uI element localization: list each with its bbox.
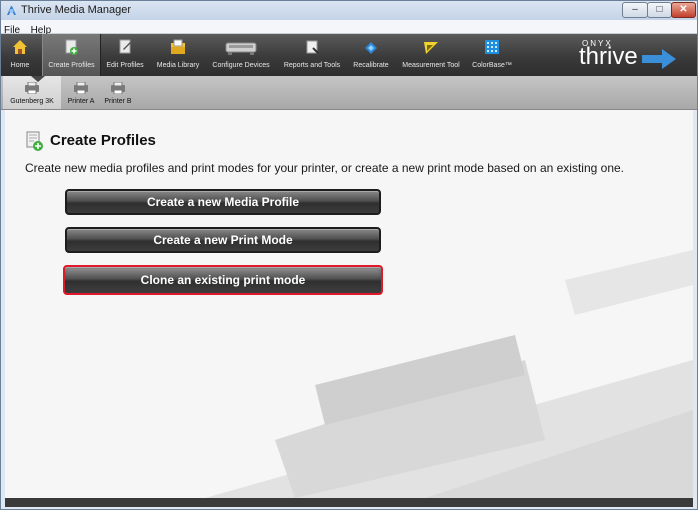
toolbar-home[interactable]: Home [5, 34, 35, 76]
toolbar-recalibrate[interactable]: Recalibrate [350, 34, 392, 76]
onyx-thrive-logo: ONYX thrive [567, 39, 687, 73]
toolbar-measurement-tool-label: Measurement Tool [402, 62, 460, 69]
reports-tools-icon [306, 40, 319, 54]
printer-icon [74, 82, 88, 94]
toolbar-create-profiles[interactable]: Create Profiles [42, 34, 101, 76]
colorbase-icon [485, 40, 499, 54]
page-title: Create Profiles [50, 132, 156, 149]
toolbar-create-profiles-label: Create Profiles [48, 62, 95, 69]
maximize-button[interactable]: □ [647, 2, 672, 18]
toolbar-home-label: Home [10, 62, 30, 69]
measurement-tool-icon [424, 42, 438, 54]
toolbar-recalibrate-label: Recalibrate [353, 62, 389, 69]
printer-tab-printer-b[interactable]: Printer B [100, 76, 136, 109]
recalibrate-icon [365, 42, 377, 54]
create-print-mode-button[interactable]: Create a new Print Mode [65, 227, 381, 253]
printer-icon [111, 82, 125, 94]
toolbar-configure-devices-label: Configure Devices [212, 62, 270, 69]
minimize-button[interactable]: – [622, 2, 648, 18]
title-bar: Thrive Media Manager – □ ✕ [1, 1, 697, 20]
printer-tab-label: Gutenberg 3K [10, 98, 54, 105]
configure-devices-icon [225, 42, 257, 55]
main-content: Create Profiles Create new media profile… [5, 110, 693, 498]
status-bar [5, 498, 693, 507]
active-tab-pointer [31, 76, 45, 82]
toolbar-edit-profiles[interactable]: Edit Profiles [105, 34, 145, 76]
toolbar-configure-devices[interactable]: Configure Devices [211, 34, 271, 76]
app-window: Thrive Media Manager – □ ✕ File Help Hom… [0, 0, 698, 510]
create-profiles-icon [65, 39, 78, 55]
toolbar-colorbase[interactable]: ColorBase™ [470, 34, 514, 76]
page-description: Create new media profiles and print mode… [25, 161, 624, 175]
menu-bar: File Help [1, 20, 697, 36]
home-icon [13, 40, 27, 54]
toolbar-reports-tools-label: Reports and Tools [283, 62, 341, 69]
create-profiles-icon [26, 131, 43, 151]
toolbar-reports-tools[interactable]: Reports and Tools [281, 34, 343, 76]
toolbar-media-library[interactable]: Media Library [155, 34, 201, 76]
edit-profiles-icon [119, 39, 131, 54]
clone-print-mode-button-label: Clone an existing print mode [67, 269, 379, 291]
printer-icon [25, 82, 39, 94]
toolbar-measurement-tool[interactable]: Measurement Tool [399, 34, 463, 76]
toolbar-colorbase-label: ColorBase™ [472, 62, 512, 69]
create-media-profile-button[interactable]: Create a new Media Profile [65, 189, 381, 215]
logo-product: thrive [579, 43, 638, 70]
toolbar-media-library-label: Media Library [156, 62, 200, 69]
clone-print-mode-button[interactable]: Clone an existing print mode [63, 265, 383, 295]
logo-arrow-icon [642, 49, 676, 69]
close-button[interactable]: ✕ [671, 2, 696, 18]
printer-tab-label: Printer B [104, 98, 132, 105]
app-icon [7, 6, 16, 15]
printer-tab-printer-a[interactable]: Printer A [63, 76, 99, 109]
window-title: Thrive Media Manager [21, 4, 132, 16]
printer-bar: Gutenberg 3K Printer A Printer B [1, 76, 697, 110]
printer-tab-label: Printer A [67, 98, 95, 105]
toolbar-edit-profiles-label: Edit Profiles [106, 62, 144, 69]
media-library-icon [171, 39, 185, 54]
